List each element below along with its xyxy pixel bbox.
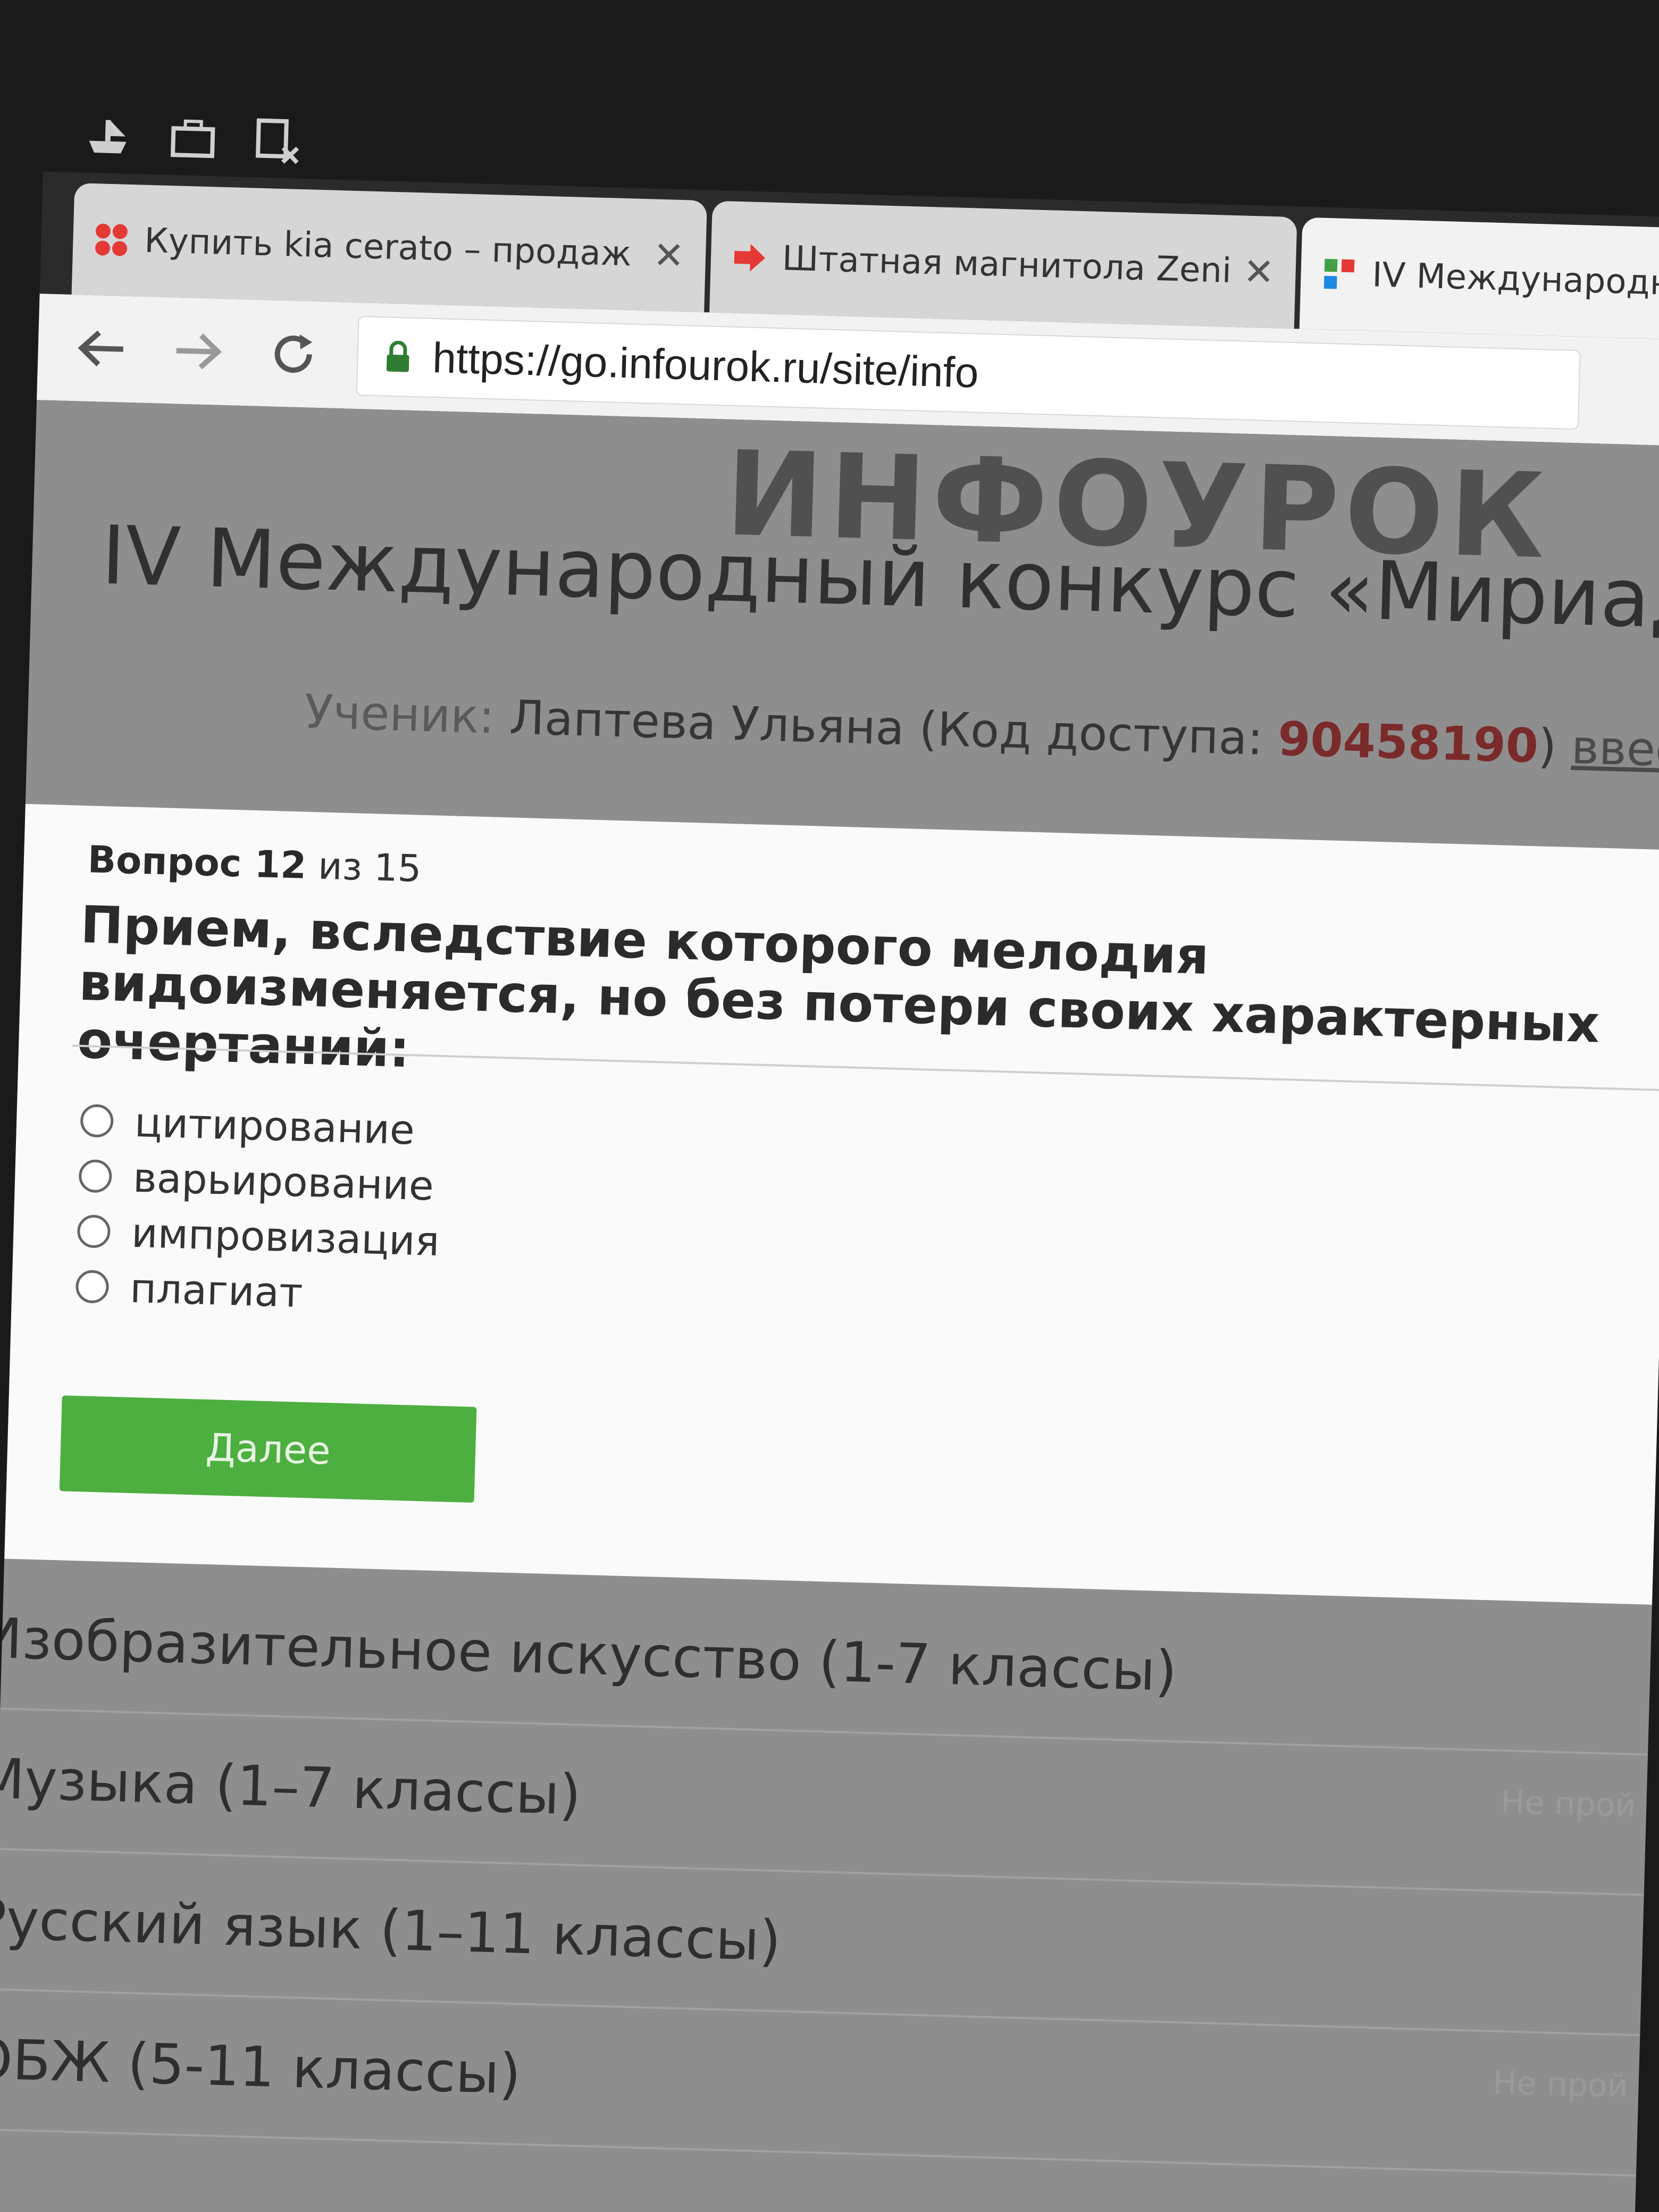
student-close-paren: )	[1537, 718, 1557, 774]
briefcase-icon	[165, 111, 220, 166]
subject-status: Не прой	[1492, 2064, 1629, 2106]
answer-option[interactable]: варьирование	[78, 1148, 442, 1213]
reload-icon	[274, 334, 313, 373]
photo-of-screen: Купить kia cerato – продаж ✕ Штатная маг…	[0, 0, 1659, 2212]
option-label: плагиат	[129, 1264, 304, 1317]
subject-name: Музыка (1–7 классы)	[0, 1746, 582, 1828]
web-page: ИНФОУРОК IV Международный конкурс «Мириа…	[0, 400, 1659, 2212]
question-total: из 15	[317, 844, 422, 891]
access-code: 90458190	[1277, 711, 1539, 774]
answer-option[interactable]: плагиат	[75, 1259, 439, 1324]
lock-icon	[386, 340, 409, 372]
arrow-left-icon	[78, 330, 123, 366]
subject-status: Не прой	[1500, 1783, 1637, 1825]
arrow-right-icon	[176, 333, 222, 370]
address-bar[interactable]: https://go.infourok.ru/site/info	[356, 316, 1581, 430]
system-tray	[81, 108, 306, 168]
answer-option[interactable]: цитирование	[80, 1093, 443, 1158]
question-counter: Вопрос 12 из 15	[87, 837, 422, 890]
question-text: Прием, вследствие которого мелодия видои…	[76, 894, 1601, 1079]
forward-button[interactable]	[165, 319, 230, 384]
favicon-icon	[732, 240, 767, 275]
student-label: Ученик:	[304, 684, 496, 744]
favicon-icon	[94, 222, 129, 257]
subjects-list: Изобразительное искусство (1-7 классы) М…	[0, 1569, 1652, 2177]
tab-label: IV Международный ко	[1371, 255, 1659, 304]
screenshot-icon	[250, 113, 305, 168]
url-text: https://go.infourok.ru/site/info	[432, 333, 979, 397]
change-student-link[interactable]: ввести дру	[1571, 719, 1659, 782]
tab-infourok[interactable]: IV Международный ко	[1299, 217, 1659, 340]
answer-option[interactable]: импровизация	[77, 1203, 440, 1269]
student-info: Ученик: Лаптева Ульяна (Код доступа: 904…	[304, 684, 1659, 782]
subject-name: ОБЖ (5-11 классы)	[0, 2026, 522, 2107]
student-name: Лаптева Ульяна (Код доступа:	[508, 690, 1264, 766]
radio-button[interactable]	[80, 1104, 114, 1138]
reload-button[interactable]	[261, 321, 326, 387]
ship-icon	[81, 108, 136, 163]
tab-label: Купить kia cerato – продаж	[144, 221, 632, 274]
tab-label: Штатная магнитола Zenith	[781, 239, 1234, 291]
close-icon[interactable]: ✕	[652, 233, 685, 278]
option-label: цитирование	[133, 1098, 415, 1154]
favicon-icon	[1322, 257, 1357, 292]
browser-window: Купить kia cerato – продаж ✕ Штатная маг…	[0, 0, 1659, 2212]
question-number: Вопрос 12	[87, 837, 307, 887]
radio-button[interactable]	[75, 1269, 110, 1304]
answer-options: цитирование варьирование импровизация пл…	[75, 1093, 443, 1324]
question-modal: Вопрос 12 из 15 Прием, вследствие которо…	[4, 803, 1659, 1605]
radio-button[interactable]	[78, 1159, 113, 1193]
subject-name: Изобразительное искусство (1-7 классы)	[0, 1605, 1178, 1704]
back-button[interactable]	[69, 316, 135, 381]
radio-button[interactable]	[77, 1214, 111, 1249]
tab-kia[interactable]: Купить kia cerato – продаж ✕	[71, 183, 707, 313]
option-label: варьирование	[132, 1153, 435, 1210]
tab-zenith[interactable]: Штатная магнитола Zenith ✕	[709, 200, 1297, 329]
close-icon[interactable]: ✕	[1243, 249, 1275, 294]
subject-name: Русский язык (1–11 классы)	[0, 1886, 782, 1974]
option-label: импровизация	[131, 1209, 440, 1265]
next-button[interactable]: Далее	[59, 1395, 477, 1503]
